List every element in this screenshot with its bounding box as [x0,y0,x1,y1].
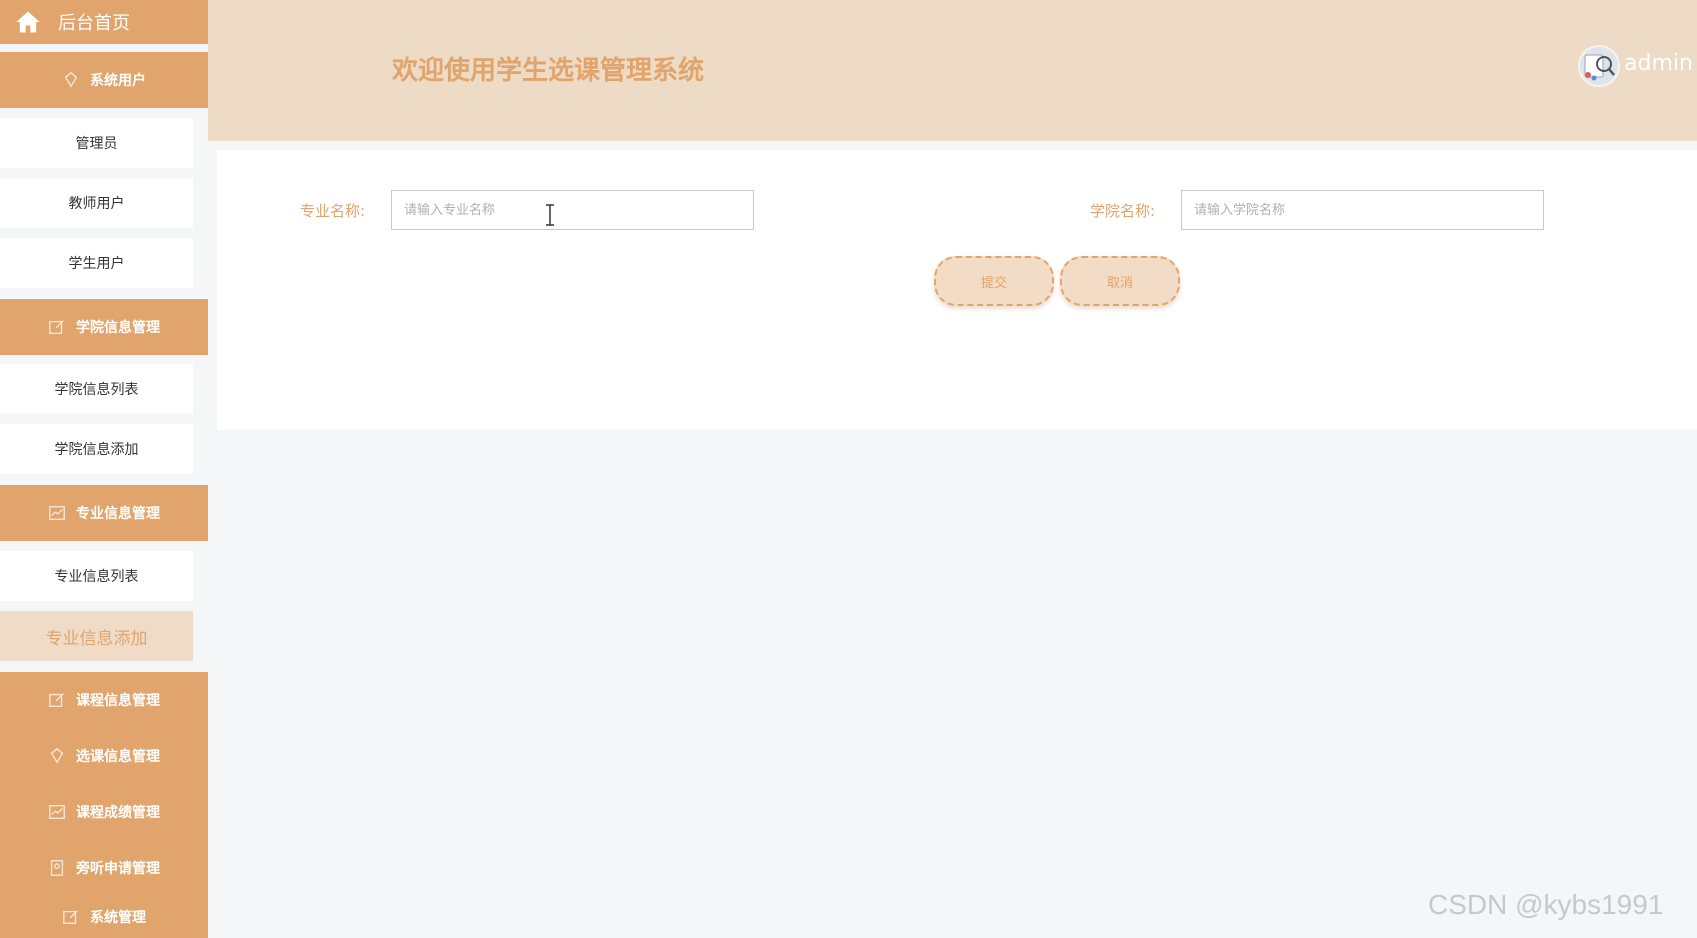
sidebar-item-major-add[interactable]: 专业信息添加 [0,611,193,661]
sidebar-item-student-users[interactable]: 学生用户 [0,238,193,288]
home-icon [16,11,40,33]
sidebar-group-label: 旁听申请管理 [76,861,160,877]
sidebar-group-label: 选课信息管理 [76,749,160,765]
sidebar-group-label: 课程信息管理 [76,693,160,709]
sidebar-item-label: 学院信息列表 [54,382,139,398]
sidebar-group-course-grades[interactable]: 课程成绩管理 [0,784,208,840]
sidebar-item-label: 学生用户 [68,256,125,272]
submit-button[interactable]: 提交 [934,256,1054,306]
sidebar-item-teacher-users[interactable]: 教师用户 [0,178,193,228]
sidebar-group-label: 系统管理 [90,910,146,926]
form-card: 专业名称: 学院名称: 提交 取消 [217,150,1697,430]
sidebar-group-system-management[interactable]: 系统管理 [0,896,208,938]
sidebar-group-audit-applications[interactable]: 旁听申请管理 [0,840,208,896]
sidebar-group-college-info[interactable]: 学院信息管理 [0,299,208,355]
sidebar-group-label: 学院信息管理 [76,320,160,336]
sidebar-group-label: 课程成绩管理 [76,805,160,821]
sidebar-item-college-list[interactable]: 学院信息列表 [0,364,193,414]
edit-icon [49,693,64,707]
cancel-button[interactable]: 取消 [1060,256,1180,306]
sidebar-home[interactable]: 后台首页 [0,0,208,44]
sidebar-item-label: 专业信息列表 [54,569,139,585]
chart-icon [49,506,65,520]
major-name-label: 专业名称: [300,202,366,220]
chart-icon [49,805,65,819]
sidebar-item-major-list[interactable]: 专业信息列表 [0,551,193,601]
diamond-icon [64,71,78,88]
avatar[interactable] [1578,45,1620,87]
username[interactable]: admin [1624,51,1693,76]
avatar-icon [1580,47,1618,85]
page-title: 欢迎使用学生选课管理系统 [392,56,705,86]
sidebar-group-system-users[interactable]: 系统用户 [0,52,208,108]
header: 欢迎使用学生选课管理系统 admin [208,0,1697,141]
diamond-icon [50,747,64,764]
sidebar-item-label: 教师用户 [68,196,125,212]
edit-icon [49,320,64,334]
sidebar-group-major-info[interactable]: 专业信息管理 [0,485,208,541]
college-name-label: 学院名称: [1090,202,1156,220]
sidebar-group-label: 系统用户 [90,73,146,89]
sidebar-group-label: 专业信息管理 [76,506,160,522]
sidebar-home-label: 后台首页 [58,13,130,34]
sidebar-item-label: 专业信息添加 [45,628,148,649]
sidebar-item-label: 管理员 [75,136,118,152]
edit-icon [63,910,78,924]
sidebar-item-admin[interactable]: 管理员 [0,118,193,168]
sidebar-group-course-selection[interactable]: 选课信息管理 [0,728,208,784]
text-cursor-icon [546,204,554,226]
sidebar: 后台首页 系统用户 管理员 教师用户 学生用户 学院信息管理 学院信息列表 学院… [0,0,208,938]
badge-icon [50,860,64,876]
major-name-input[interactable] [391,190,754,230]
sidebar-item-label: 学院信息添加 [54,442,139,458]
sidebar-group-course-info[interactable]: 课程信息管理 [0,672,208,728]
watermark: CSDN @kybs1991 [1428,889,1664,920]
college-name-input[interactable] [1181,190,1544,230]
sidebar-item-college-add[interactable]: 学院信息添加 [0,424,193,474]
